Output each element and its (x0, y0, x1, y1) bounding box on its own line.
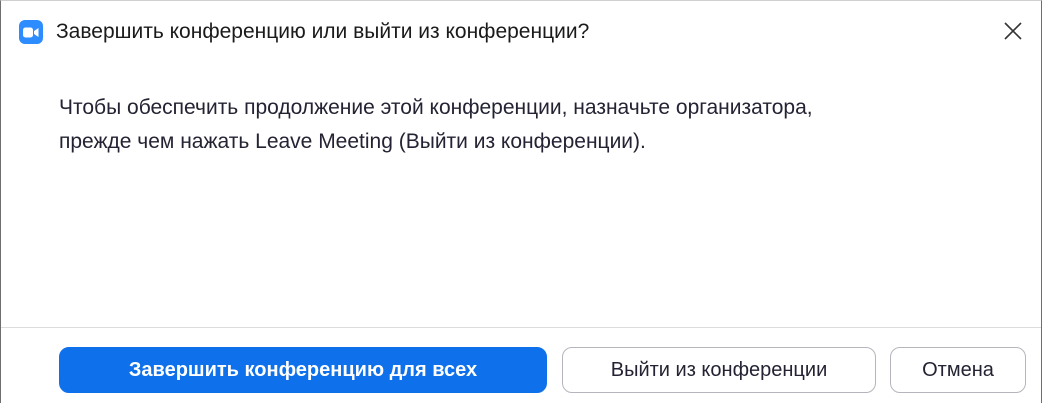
close-icon (1004, 22, 1022, 40)
end-meeting-dialog: Завершить конференцию или выйти из конфе… (0, 0, 1042, 403)
message-line-1: Чтобы обеспечить продолжение этой конфер… (59, 96, 813, 119)
dialog-title: Завершить конференцию или выйти из конфе… (56, 20, 590, 43)
dialog-message: Чтобы обеспечить продолжение этой конфер… (59, 91, 999, 159)
zoom-camera-icon (19, 20, 43, 44)
message-line-2: прежде чем нажать Leave Meeting (Выйти и… (59, 130, 646, 153)
cancel-button[interactable]: Отмена (890, 347, 1026, 393)
leave-meeting-button[interactable]: Выйти из конференции (562, 347, 876, 393)
footer-divider (1, 327, 1041, 328)
end-meeting-for-all-button[interactable]: Завершить конференцию для всех (59, 347, 547, 393)
title-bar: Завершить конференцию или выйти из конфе… (1, 1, 1041, 59)
close-button[interactable] (995, 13, 1031, 49)
